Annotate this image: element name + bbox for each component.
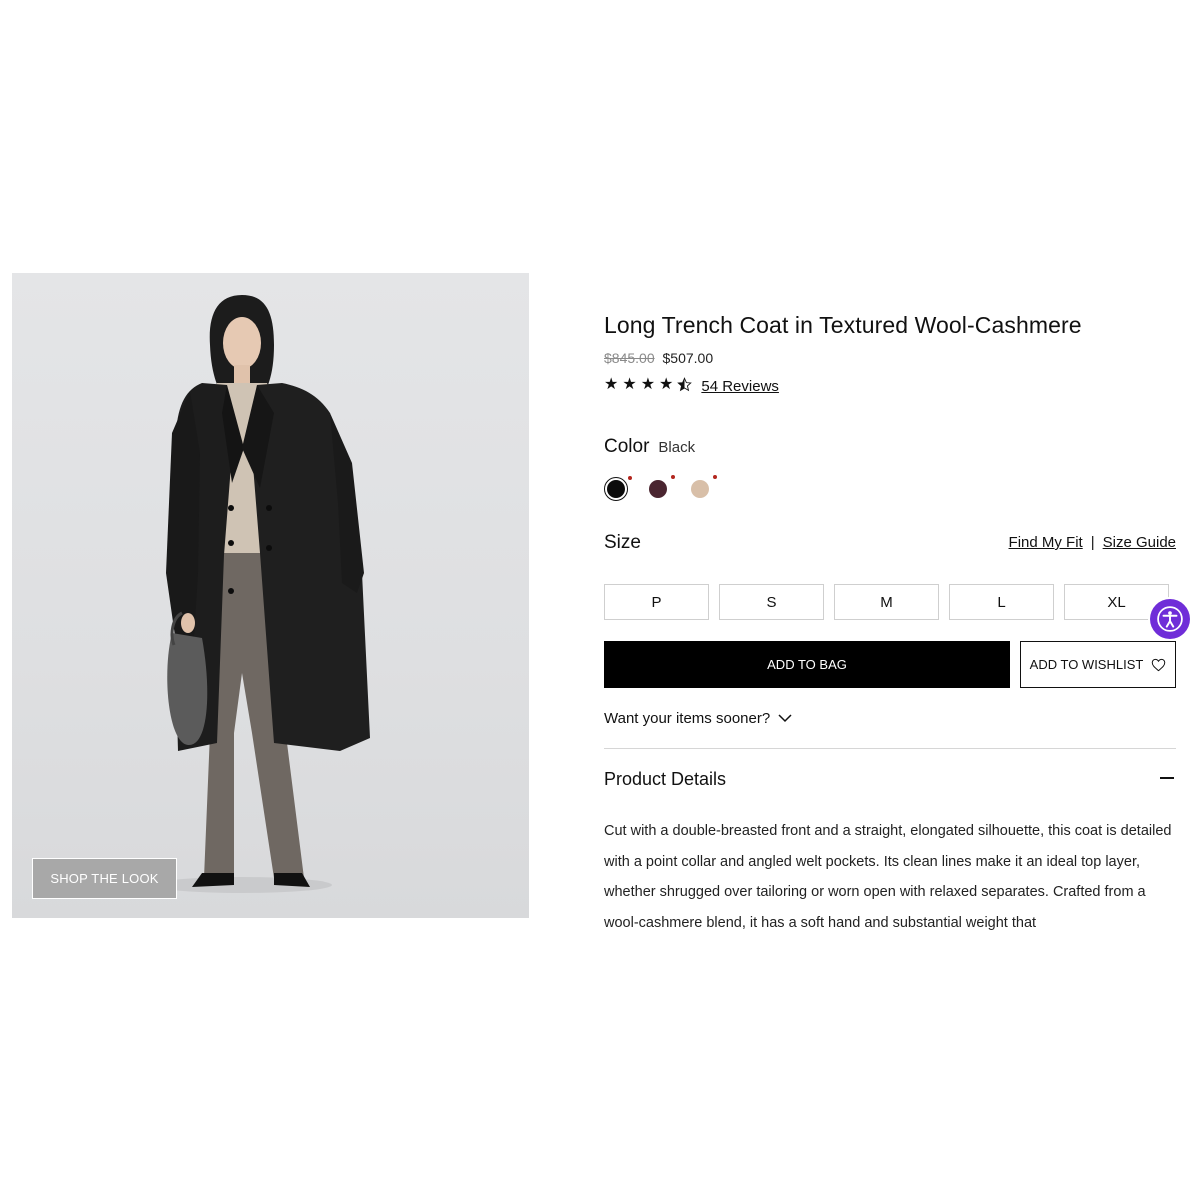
size-option-m[interactable]: M [834, 584, 939, 620]
wishlist-label: ADD TO WISHLIST [1029, 657, 1144, 672]
swatch-alert-dot [628, 476, 632, 480]
swatch-fill [606, 479, 625, 498]
size-options: P S M L XL [604, 584, 1169, 620]
product-details-title: Product Details [604, 769, 727, 789]
heart-icon [1152, 658, 1166, 671]
accessibility-icon [1157, 606, 1183, 632]
find-my-fit-link[interactable]: Find My Fit [1009, 534, 1083, 551]
product-details-header[interactable]: Product Details [604, 769, 1176, 791]
delivery-sooner-toggle[interactable]: Want your items sooner? [604, 710, 792, 727]
model-photo-illustration [152, 295, 370, 893]
price-row: $845.00 $507.00 [604, 350, 713, 366]
add-to-wishlist-button[interactable]: ADD TO WISHLIST [1020, 641, 1176, 688]
size-option-p[interactable]: P [604, 584, 709, 620]
product-title: Long Trench Coat in Textured Wool-Cashme… [604, 312, 1082, 338]
product-details-text: Cut with a double-breasted front and a s… [604, 823, 1172, 931]
star-icon: ★ [659, 376, 674, 393]
product-image[interactable]: SHOP THE LOOK [12, 273, 529, 918]
size-option-l[interactable]: L [949, 584, 1054, 620]
color-label: Color [604, 436, 650, 457]
rating-row: ★ ★ ★ ★ 54 Reviews [604, 377, 779, 396]
size-label: Size [604, 532, 641, 553]
link-separator: | [1090, 534, 1095, 551]
size-guide-link[interactable]: Size Guide [1103, 534, 1176, 551]
color-row: Color Black [604, 436, 695, 458]
swatch-black[interactable] [604, 476, 632, 501]
add-to-bag-button[interactable]: ADD TO BAG [604, 641, 1010, 688]
cta-row: ADD TO BAG ADD TO WISHLIST [604, 641, 1176, 688]
star-icon: ★ [604, 376, 619, 393]
size-links: Find My Fit | Size Guide [1009, 534, 1176, 551]
size-option-s[interactable]: S [719, 584, 824, 620]
original-price: $845.00 [604, 350, 655, 366]
half-star-icon [677, 377, 693, 396]
star-icon: ★ [622, 376, 637, 393]
sale-price: $507.00 [662, 350, 714, 366]
chevron-down-icon [778, 714, 792, 723]
reviews-link[interactable]: 54 Reviews [701, 378, 779, 395]
shop-the-look-button[interactable]: SHOP THE LOOK [32, 858, 177, 899]
accessibility-button[interactable] [1150, 599, 1190, 639]
section-divider [604, 748, 1176, 749]
collapse-minus-icon[interactable] [1160, 777, 1174, 779]
swatch-burgundy[interactable] [646, 475, 675, 501]
selected-color-value: Black [658, 439, 696, 456]
star-rating: ★ ★ ★ ★ [604, 376, 693, 396]
star-icon: ★ [640, 376, 656, 393]
swatch-alert-dot [713, 475, 717, 479]
swatch-fill [649, 480, 667, 498]
swatch-camel[interactable] [688, 475, 717, 501]
size-header: Size Find My Fit | Size Guide [604, 532, 1176, 556]
swatch-fill [691, 480, 709, 498]
color-swatches [604, 475, 717, 501]
delivery-sooner-label: Want your items sooner? [604, 710, 771, 727]
swatch-alert-dot [671, 475, 675, 479]
